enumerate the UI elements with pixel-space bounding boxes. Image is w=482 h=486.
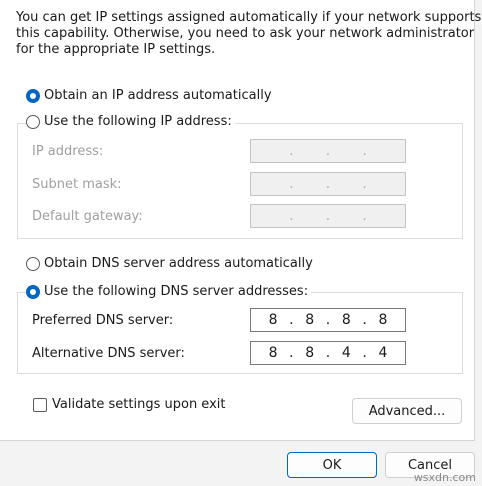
radio-checked-icon[interactable] — [26, 284, 40, 299]
ip-settings-panel: You can get IP settings assigned automat… — [0, 0, 482, 441]
watermark-text: wsxdn.com — [413, 471, 476, 484]
use-following-dns-radio[interactable]: Use the following DNS server addresses: — [26, 284, 312, 299]
octet: 8 — [305, 345, 315, 361]
validate-settings-checkbox[interactable] — [33, 397, 47, 412]
subnet-mask-label: Subnet mask: — [32, 177, 122, 192]
octet: 8 — [268, 312, 278, 328]
radio-unchecked-icon[interactable] — [26, 114, 40, 129]
default-gateway-label: Default gateway: — [32, 209, 143, 224]
obtain-dns-auto-label: Obtain DNS server address automatically — [44, 256, 313, 271]
ok-button[interactable]: OK — [287, 452, 377, 478]
ip-address-input[interactable]: ... — [250, 139, 406, 163]
obtain-dns-auto-radio[interactable]: Obtain DNS server address automatically — [26, 256, 316, 271]
radio-unchecked-icon[interactable] — [26, 256, 40, 271]
octet: 8 — [341, 312, 351, 328]
alternative-dns-label: Alternative DNS server: — [32, 346, 185, 361]
octet: 8 — [378, 312, 388, 328]
octet: 4 — [378, 345, 388, 361]
description-line: for the appropriate IP settings. — [16, 42, 216, 57]
description-text: You can get IP settings assigned automat… — [16, 10, 482, 58]
octet: 4 — [341, 345, 351, 361]
octet: 8 — [268, 345, 278, 361]
preferred-dns-label: Preferred DNS server: — [32, 313, 174, 328]
octet: 8 — [305, 312, 315, 328]
description-line: this capability. Otherwise, you need to … — [16, 26, 475, 41]
description-line: You can get IP settings assigned automat… — [16, 10, 482, 25]
validate-settings-checkbox-row[interactable]: Validate settings upon exit — [33, 397, 225, 412]
use-following-dns-label: Use the following DNS server addresses: — [44, 284, 309, 299]
use-following-ip-radio[interactable]: Use the following IP address: — [26, 114, 235, 129]
use-following-ip-label: Use the following IP address: — [44, 114, 232, 129]
obtain-ip-auto-radio[interactable]: Obtain an IP address automatically — [26, 88, 275, 103]
default-gateway-input[interactable]: ... — [250, 204, 406, 228]
subnet-mask-input[interactable]: ... — [250, 172, 406, 196]
alternative-dns-input[interactable]: 8.8.4.4 — [250, 341, 406, 365]
obtain-ip-auto-label: Obtain an IP address automatically — [44, 88, 272, 103]
advanced-button[interactable]: Advanced... — [352, 398, 462, 424]
ip-address-label: IP address: — [32, 144, 104, 159]
preferred-dns-input[interactable]: 8.8.8.8 — [250, 308, 406, 332]
validate-settings-label: Validate settings upon exit — [52, 397, 226, 412]
radio-checked-icon[interactable] — [26, 88, 40, 103]
